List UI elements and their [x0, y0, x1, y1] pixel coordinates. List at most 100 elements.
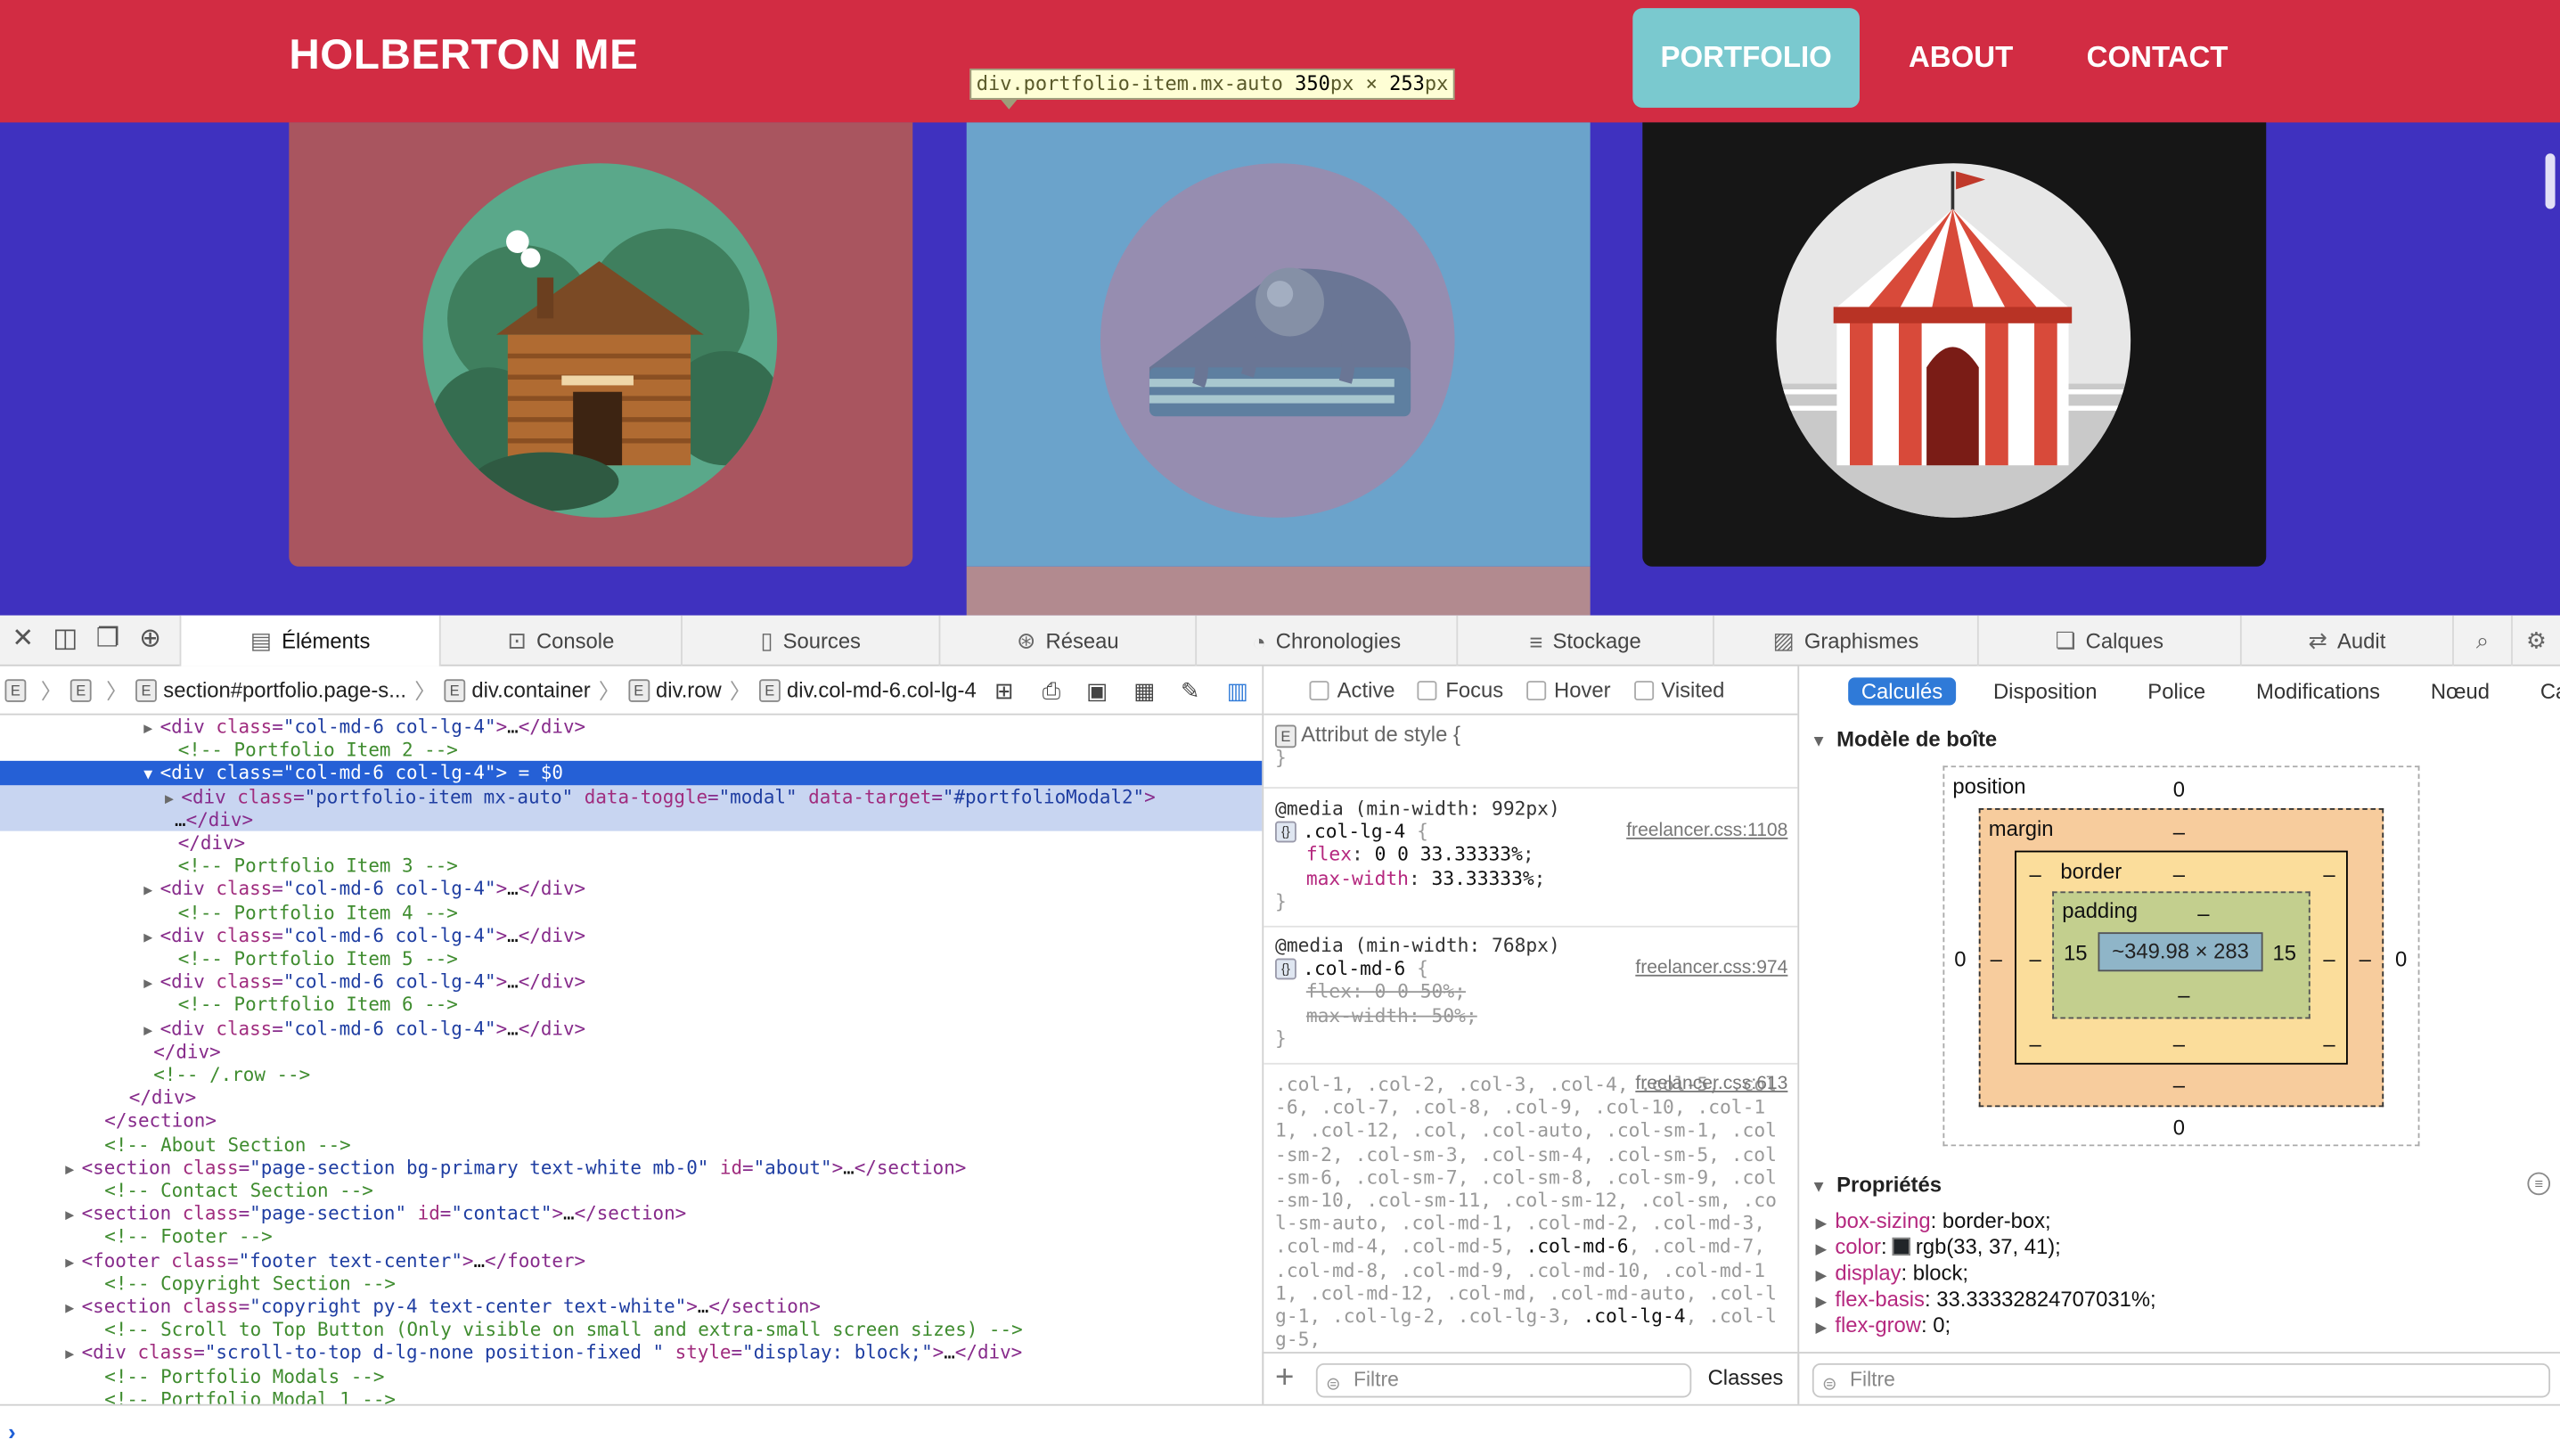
dom-node-selected[interactable]: ▼ <div class="col-md-6 col-lg-4"> = $0 [0, 761, 1263, 785]
tab-storage[interactable]: ≡ Stockage [1456, 615, 1713, 667]
pseudo-focus-checkbox[interactable]: Focus [1418, 677, 1503, 702]
dom-node[interactable]: <!-- Footer --> [0, 1225, 1262, 1248]
tab-console[interactable]: ⊡ Console [438, 615, 681, 667]
color-swatch[interactable] [1893, 1237, 1911, 1256]
tab-font[interactable]: Police [2135, 676, 2219, 704]
dom-node[interactable]: ▶ <div class="col-md-6 col-lg-4">…</div> [0, 878, 1262, 901]
nav-contact[interactable]: CONTACT [2087, 0, 2229, 122]
dom-node[interactable]: <!-- Portfolio Item 5 --> [0, 947, 1262, 970]
dom-node[interactable]: <!-- /.row --> [0, 1063, 1262, 1086]
breadcrumb-row[interactable]: Ediv.row [627, 677, 722, 702]
computed-property[interactable]: ▶ display: block; [1816, 1261, 1968, 1285]
box-model-header[interactable]: ▼ Modèle de boîte [1811, 726, 1997, 750]
dom-node[interactable]: <!-- Portfolio Item 4 --> [0, 901, 1262, 924]
box-model-border[interactable]: – border – – – – – – – padding – 15 15 –… [2015, 850, 2348, 1065]
undock-icon[interactable]: ❐ [92, 624, 125, 657]
layout-overlay-icon[interactable]: ⊞ [989, 676, 1018, 706]
dom-node[interactable]: ▶ <div class="col-md-6 col-lg-4">…</div> [0, 924, 1262, 947]
tab-layout[interactable]: Disposition [1980, 676, 2110, 704]
nav-about[interactable]: ABOUT [1909, 0, 2013, 122]
css-rule-col-lg-4[interactable]: @media (min-width: 992px) {} .col-lg-4 { … [1264, 790, 1798, 928]
tab-node[interactable]: Nœud [2417, 676, 2503, 704]
dom-node[interactable]: ▶ <div class="col-md-6 col-lg-4">…</div> [0, 1017, 1262, 1040]
sidebar-toggle-icon[interactable]: ▥ [1223, 676, 1252, 706]
rendering-icon[interactable]: ▣ [1083, 676, 1112, 706]
box-model-margin[interactable]: margin – – – – – border – – – – – – – pa… [1978, 807, 2384, 1108]
tab-sources[interactable]: ▯ Sources [681, 615, 939, 667]
dom-node[interactable]: <!-- Contact Section --> [0, 1179, 1262, 1202]
grid-icon[interactable]: ▦ [1130, 676, 1159, 706]
dom-node[interactable]: <!-- Portfolio Item 3 --> [0, 855, 1262, 878]
tab-audit[interactable]: ⇄ Audit [2239, 615, 2452, 667]
dom-node[interactable]: ▶ <div class="col-md-6 col-lg-4">…</div> [0, 716, 1262, 739]
page-scrollbar-thumb[interactable] [2545, 153, 2556, 209]
tab-computed[interactable]: Calculés [1848, 676, 1956, 705]
tab-layers[interactable]: ❏ Calques [1976, 615, 2240, 667]
portfolio-item-1[interactable] [289, 122, 913, 567]
source-link[interactable]: freelancer.css:974 [1635, 959, 1787, 978]
tab-network[interactable]: ⊛ Réseau [938, 615, 1196, 667]
brush-icon[interactable]: ✎ [1175, 676, 1205, 706]
computed-filter-input[interactable]: ⊜ Filtre [1812, 1362, 2551, 1398]
dom-node[interactable]: </div> [0, 831, 1262, 855]
show-all-toggle-icon[interactable]: ≡ [2527, 1172, 2551, 1196]
style-attribute-rule[interactable]: E Attribut de style { } [1264, 723, 1798, 789]
dom-node[interactable]: <!-- Portfolio Modals --> [0, 1364, 1262, 1387]
pseudo-hover-checkbox[interactable]: Hover [1525, 677, 1611, 702]
dom-node[interactable]: ▶ <section class="page-section bg-primary… [0, 1156, 1262, 1179]
console-prompt-row[interactable]: › [0, 1403, 2560, 1456]
breadcrumb-html[interactable]: E [4, 678, 32, 701]
dom-node[interactable]: ▶ <div class="scroll-to-top d-lg-none pos… [0, 1341, 1262, 1364]
breadcrumb-col[interactable]: Ediv.col-md-6.col-lg-4 [758, 677, 977, 702]
breadcrumb-section[interactable]: Esection#portfolio.page-s... [135, 677, 406, 702]
tab-changes[interactable]: Modifications [2243, 676, 2392, 704]
nav-portfolio[interactable]: PORTFOLIO [1632, 8, 1860, 108]
add-rule-button[interactable]: + [1275, 1360, 1294, 1397]
tab-elements[interactable]: ▤ Éléments [179, 615, 439, 667]
styles-filter-input[interactable]: ⊜ Filtre [1315, 1362, 1692, 1398]
computed-property[interactable]: ▶ color: rgb(33, 37, 41); [1816, 1234, 2061, 1258]
dom-node[interactable]: ▶ <div class="col-md-6 col-lg-4">…</div> [0, 970, 1262, 994]
close-icon[interactable]: ✕ [6, 624, 39, 657]
pseudo-active-checkbox[interactable]: Active [1309, 677, 1395, 702]
dom-node[interactable]: <!-- Portfolio Modal 1 --> [0, 1387, 1262, 1404]
source-link[interactable]: freelancer.css:613 [1635, 1075, 1787, 1094]
dock-side-icon[interactable]: ◫ [49, 624, 82, 657]
dom-node[interactable]: ▶ <footer class="footer text-center">…</f… [0, 1248, 1262, 1272]
dom-node[interactable]: …</div> [0, 807, 1263, 831]
source-link[interactable]: freelancer.css:1108 [1626, 822, 1787, 841]
tab-timelines[interactable]: ◔ Chronologies [1195, 615, 1456, 667]
brand-logo[interactable]: HOLBERTON ME [289, 29, 638, 80]
dom-node[interactable]: ▶ <section class="copyright py-4 text-cen… [0, 1295, 1262, 1318]
dom-node[interactable]: ▶ <div class="portfolio-item mx-auto" dat… [0, 784, 1263, 808]
properties-header[interactable]: ▼ Propriétés [1811, 1173, 1942, 1197]
box-model-content[interactable]: ~349.98 × 283 [2098, 932, 2263, 972]
dom-node[interactable]: <!-- Scroll to Top Button (Only visible … [0, 1318, 1262, 1341]
dom-node[interactable]: <!-- Copyright Section --> [0, 1272, 1262, 1295]
dom-node[interactable]: </section> [0, 1109, 1262, 1133]
tab-layers-sidebar[interactable]: Calques [2527, 676, 2560, 704]
search-button[interactable]: ⌕ [2452, 615, 2511, 667]
dom-node[interactable]: <!-- Portfolio Item 2 --> [0, 739, 1262, 762]
dom-node[interactable]: </div> [0, 1086, 1262, 1109]
settings-button[interactable]: ⚙ [2511, 615, 2560, 667]
portfolio-item-3[interactable] [1642, 122, 2267, 567]
dom-node[interactable]: ▶ <section class="page-section" id="conta… [0, 1202, 1262, 1225]
dom-node[interactable]: <!-- About Section --> [0, 1133, 1262, 1156]
box-model-padding[interactable]: padding – 15 15 – ~349.98 × 283 [2052, 891, 2311, 1019]
pseudo-visited-checkbox[interactable]: Visited [1633, 677, 1724, 702]
dom-node[interactable]: </div> [0, 1040, 1262, 1063]
print-icon[interactable]: ⎙ [1037, 676, 1067, 706]
portfolio-item-2[interactable] [966, 122, 1591, 567]
element-picker-icon[interactable]: ⊕ [134, 624, 167, 657]
css-rule-grid-columns[interactable]: freelancer.css:613 .col-1, .col-2, .col-… [1264, 1066, 1797, 1392]
computed-property[interactable]: ▶ flex-grow: 0; [1816, 1313, 1951, 1337]
dom-tree[interactable]: ▶ <div class="col-md-6 col-lg-4">…</div> <… [0, 716, 1263, 1404]
classes-toggle[interactable]: Classes [1708, 1365, 1784, 1389]
tab-graphics[interactable]: ▨ Graphismes [1713, 615, 1977, 667]
breadcrumb-container[interactable]: Ediv.container [444, 677, 591, 702]
breadcrumb-body[interactable]: E [70, 678, 98, 701]
dom-node[interactable]: <!-- Portfolio Item 6 --> [0, 994, 1262, 1017]
computed-property[interactable]: ▶ flex-basis: 33.33332824707031%; [1816, 1287, 2156, 1311]
computed-property[interactable]: ▶ box-sizing: border-box; [1816, 1208, 2051, 1232]
